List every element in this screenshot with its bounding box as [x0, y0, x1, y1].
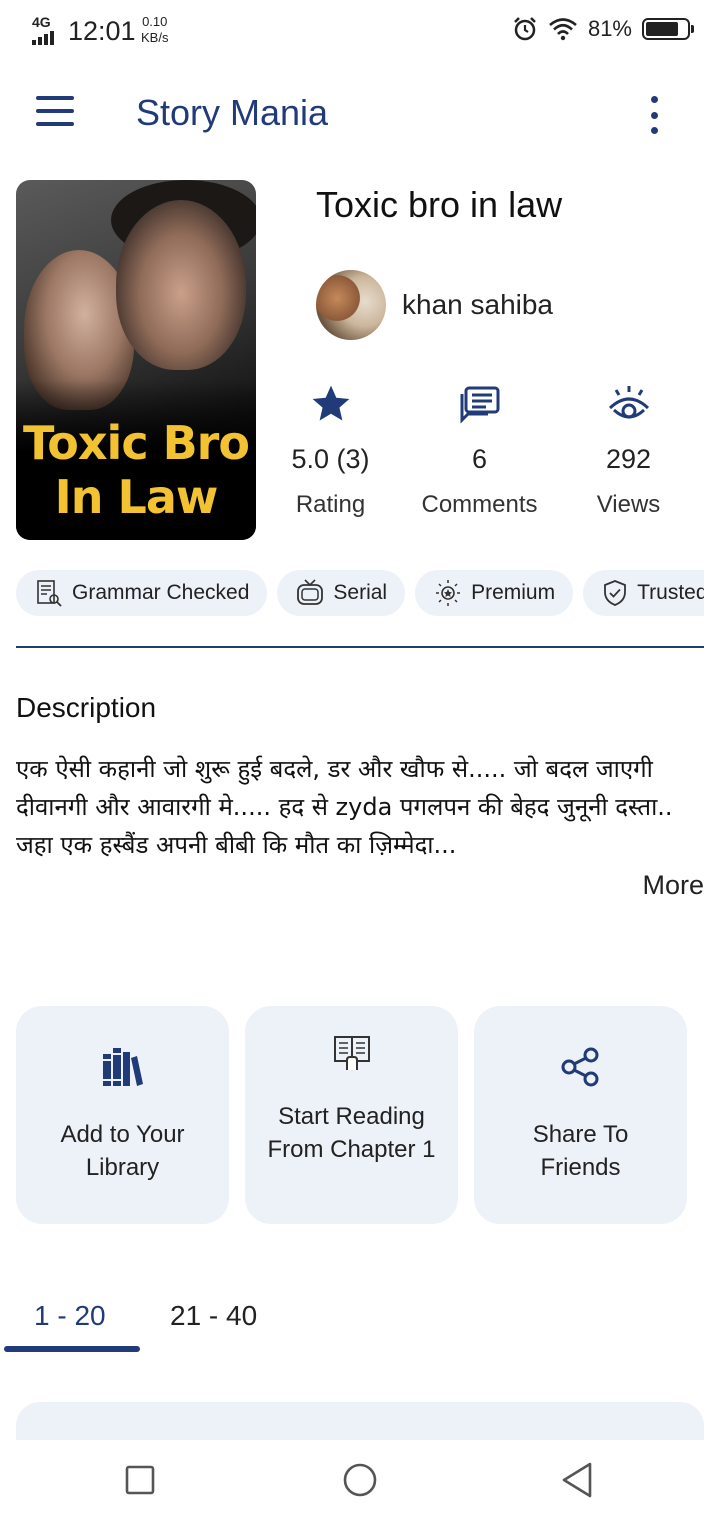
card-label: Add to Your Library	[60, 1121, 185, 1181]
chapter-range-tabs: 1 - 20 21 - 40	[0, 1290, 720, 1354]
stat-rating: 5.0 (3) Rating	[256, 380, 405, 519]
library-books-icon	[102, 1048, 143, 1086]
chip-serial[interactable]: Serial	[277, 570, 406, 616]
speed-value: 0.10	[142, 14, 168, 29]
battery-percent: 81%	[587, 16, 632, 41]
views-label: Views	[596, 491, 661, 518]
comments-label: Comments	[421, 491, 538, 518]
tab-chapters-21-40[interactable]: 21 - 40	[170, 1300, 257, 1332]
signal-icon: 4G	[30, 14, 62, 45]
story-cover-image: Toxic Bro In Law	[16, 180, 256, 540]
wifi-icon	[549, 18, 577, 41]
chapter-list-item[interactable]	[16, 1402, 704, 1442]
status-time: 12:01	[68, 16, 136, 46]
rating-label: Rating	[295, 491, 366, 518]
comments-icon	[460, 386, 499, 424]
grammar-check-icon	[37, 580, 62, 607]
action-cards: Add to Your Library Start Reading From C…	[16, 1006, 688, 1224]
eye-icon	[608, 386, 649, 419]
card-label: Share To Friends	[532, 1121, 629, 1181]
more-options-icon[interactable]	[644, 96, 664, 134]
network-type: 4G	[32, 14, 51, 30]
chip-trusted[interactable]: Trusted	[583, 570, 704, 616]
stat-comments[interactable]: 6 Comments	[405, 380, 554, 519]
book-reading-icon	[333, 1036, 370, 1070]
chip-label: Grammar Checked	[72, 581, 250, 604]
stat-views: 292 Views	[554, 380, 703, 519]
speed-unit: KB/s	[141, 30, 169, 45]
share-icon	[561, 1047, 598, 1087]
share-button[interactable]: Share To Friends	[474, 1006, 687, 1224]
author-avatar[interactable]	[316, 270, 386, 340]
battery-icon	[642, 18, 694, 40]
system-nav-bar	[0, 1440, 720, 1520]
author-row[interactable]: khan sahiba	[316, 270, 553, 340]
story-title: Toxic bro in law	[316, 184, 563, 225]
start-reading-button[interactable]: Start Reading From Chapter 1	[245, 1006, 458, 1224]
section-divider	[16, 646, 704, 648]
card-label: Start Reading From Chapter 1	[267, 1103, 436, 1163]
status-bar: 4G 12:01 0.10 KB/s 81%	[0, 0, 720, 64]
chip-label: Trusted	[637, 581, 704, 604]
more-link[interactable]: More	[642, 870, 704, 901]
alarm-icon	[514, 17, 536, 41]
network-speed: 0.10 KB/s	[141, 14, 168, 46]
app-title: Story Mania	[136, 92, 329, 133]
chip-label: Premium	[471, 581, 556, 604]
home-circle-icon[interactable]	[340, 1460, 380, 1500]
story-stats: 5.0 (3) Rating 6 Comments 292 Views	[256, 380, 704, 519]
description-text: एक ऐसी कहानी जो शुरू हुई बदले, डर और खौफ…	[16, 755, 673, 859]
author-name[interactable]: khan sahiba	[402, 289, 553, 321]
premium-icon	[436, 580, 461, 606]
cover-title: Toxic Bro In Law	[23, 416, 250, 524]
chip-label: Serial	[333, 581, 388, 604]
menu-icon[interactable]	[36, 96, 76, 130]
app-bar: Story Mania	[0, 80, 720, 150]
star-icon	[312, 385, 349, 421]
description-heading: Description	[16, 692, 157, 723]
chip-premium[interactable]: Premium	[415, 570, 574, 616]
rating-value: 5.0 (3)	[291, 444, 370, 474]
active-tab-indicator	[4, 1346, 140, 1352]
tag-chips: Grammar Checked Serial Premium Trusted	[16, 570, 704, 616]
tab-chapters-1-20[interactable]: 1 - 20	[34, 1300, 106, 1332]
recents-square-icon[interactable]	[120, 1460, 160, 1500]
add-to-library-button[interactable]: Add to Your Library	[16, 1006, 229, 1224]
comments-value: 6	[471, 444, 488, 474]
views-value: 292	[605, 444, 652, 474]
back-triangle-icon[interactable]	[558, 1460, 598, 1500]
serial-tv-icon	[297, 579, 324, 605]
shield-check-icon	[604, 580, 627, 606]
chip-grammar-checked[interactable]: Grammar Checked	[16, 570, 268, 616]
